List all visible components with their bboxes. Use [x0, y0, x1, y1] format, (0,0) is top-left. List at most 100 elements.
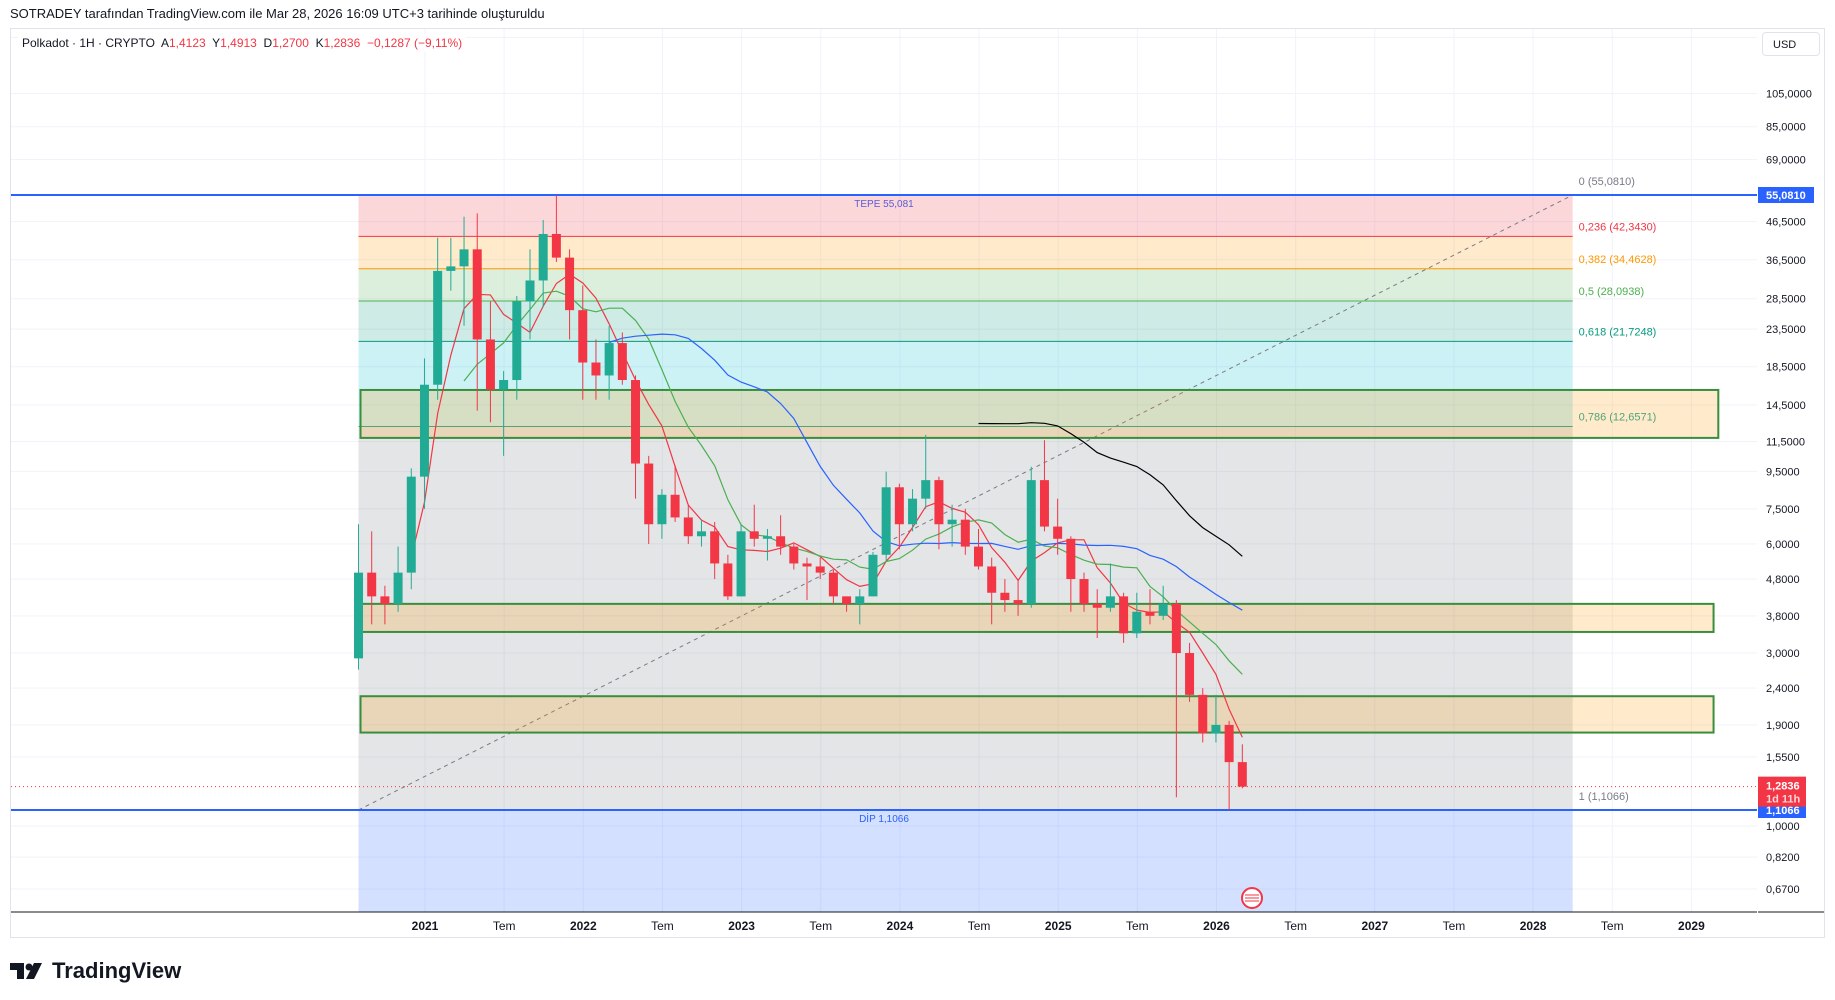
price-tick-label: 14,5000: [1766, 400, 1806, 412]
candle-body: [815, 566, 825, 573]
candle-body: [433, 270, 443, 385]
fib-level-label: 0,5 (28,0938): [1579, 286, 1644, 298]
candle-body: [551, 233, 561, 258]
candle-body: [670, 494, 680, 518]
candle-body: [1211, 724, 1221, 734]
price-tick-label: 18,5000: [1766, 362, 1806, 374]
price-tick-label: 1,5500: [1766, 752, 1800, 764]
candle-body: [710, 531, 720, 564]
price-tick-label: 0,8200: [1766, 852, 1800, 864]
open-label: A: [160, 36, 169, 50]
candle-body: [644, 463, 654, 525]
candle-body: [776, 536, 786, 547]
fib-zone: [358, 195, 1573, 237]
time-tick-label: 2029: [1678, 919, 1705, 933]
price-chart[interactable]: 0 (55,0810) 0,236 (42,3430) 0,382 (34,4628…: [0, 0, 1835, 1000]
candle-body: [736, 531, 746, 597]
change-value: −0,1287 (−9,11%): [366, 36, 463, 50]
close-label: K: [315, 36, 324, 50]
candle-body: [1026, 480, 1036, 604]
time-tick-label: 2025: [1045, 919, 1072, 933]
candle-body: [578, 310, 588, 363]
countdown-label: 1d 11h: [1766, 794, 1801, 806]
price-tick-label: 3,8000: [1766, 611, 1800, 623]
time-tick-label: 2028: [1520, 919, 1547, 933]
candle-body: [881, 487, 891, 555]
time-tick-label: 2021: [412, 919, 439, 933]
candle-body: [1185, 653, 1195, 695]
price-tick-label: 85,0000: [1766, 122, 1806, 134]
candle-body: [406, 476, 416, 573]
bottom-annotation: DİP 1,1066: [859, 812, 909, 825]
time-tick-label: 2022: [570, 919, 597, 933]
candle-body: [1171, 603, 1181, 654]
candle-body: [419, 384, 429, 477]
candle-body: [657, 494, 667, 525]
candle-body: [894, 487, 904, 525]
candle-body: [1039, 480, 1049, 527]
time-tick-label: Tem: [809, 919, 832, 933]
candle-body: [828, 572, 838, 597]
candle-body: [723, 563, 733, 597]
candle-body: [446, 266, 456, 271]
candle-body: [1105, 596, 1115, 608]
fib-level-label: 0,236 (42,3430): [1579, 221, 1657, 233]
tradingview-logo-icon: [10, 963, 42, 979]
support-resistance-zone: [359, 602, 1715, 633]
symbol-legend: Polkadot · 1H · CRYPTO A1,4123 Y1,4913 D…: [18, 34, 467, 52]
candle-body: [1198, 694, 1208, 734]
support-resistance-zone: [359, 695, 1715, 734]
time-tick-label: Tem: [1443, 919, 1466, 933]
tradingview-logo[interactable]: TradingView: [10, 958, 181, 984]
candle-body: [1013, 600, 1023, 604]
candle-body: [485, 339, 495, 390]
candle-body: [1053, 526, 1063, 539]
candle-body: [908, 498, 918, 525]
candle-body: [921, 480, 931, 499]
candle-body: [367, 572, 377, 597]
candle-body: [973, 546, 983, 567]
currency-button[interactable]: USD: [1762, 32, 1820, 56]
candle-body: [683, 517, 693, 537]
time-tick-label: 2023: [728, 919, 755, 933]
candle-body: [1079, 579, 1089, 604]
candle-body: [1000, 592, 1010, 601]
top-annotation: TEPE 55,081: [854, 199, 914, 210]
fib-level-label: 0,618 (21,7248): [1579, 326, 1657, 338]
candle-body: [1119, 596, 1129, 634]
logo-text: TradingView: [52, 958, 182, 983]
price-tick-label: 105,0000: [1766, 88, 1812, 100]
last-price-label: 1,2836: [1766, 781, 1800, 793]
price-tick-label: 7,5000: [1766, 504, 1800, 516]
candle-body: [1132, 611, 1142, 634]
candle-body: [749, 531, 759, 539]
fib-zone: [358, 300, 1573, 342]
candle-body: [472, 249, 482, 340]
price-tick-label: 1,0000: [1766, 821, 1800, 833]
candle-body: [380, 596, 390, 604]
candle-body: [525, 280, 535, 302]
candle-body: [1224, 724, 1234, 763]
candle-body: [855, 596, 865, 604]
candle-body: [789, 546, 799, 564]
price-tick-label: 4,8000: [1766, 574, 1800, 586]
price-tick-label: 23,5000: [1766, 324, 1806, 336]
candle-body: [1237, 762, 1247, 787]
candle-body: [512, 301, 522, 381]
high-value: 1,4913: [220, 36, 257, 50]
time-tick-label: 2027: [1361, 919, 1388, 933]
candle-body: [393, 572, 403, 604]
candle-body: [696, 531, 706, 537]
time-tick-label: Tem: [968, 919, 991, 933]
time-tick-label: 2024: [887, 919, 914, 933]
candle-body: [604, 343, 614, 376]
time-tick-label: Tem: [1126, 919, 1149, 933]
symbol-name[interactable]: Polkadot · 1H · CRYPTO: [22, 36, 155, 50]
time-tick-label: 2026: [1203, 919, 1230, 933]
price-tick-label: 1,9000: [1766, 720, 1800, 732]
fib-zone: [358, 809, 1573, 912]
fib-level-label: 0,382 (34,4628): [1579, 254, 1657, 266]
time-tick-label: Tem: [651, 919, 674, 933]
high-label: Y: [212, 36, 221, 50]
price-tick-label: 36,5000: [1766, 255, 1806, 267]
